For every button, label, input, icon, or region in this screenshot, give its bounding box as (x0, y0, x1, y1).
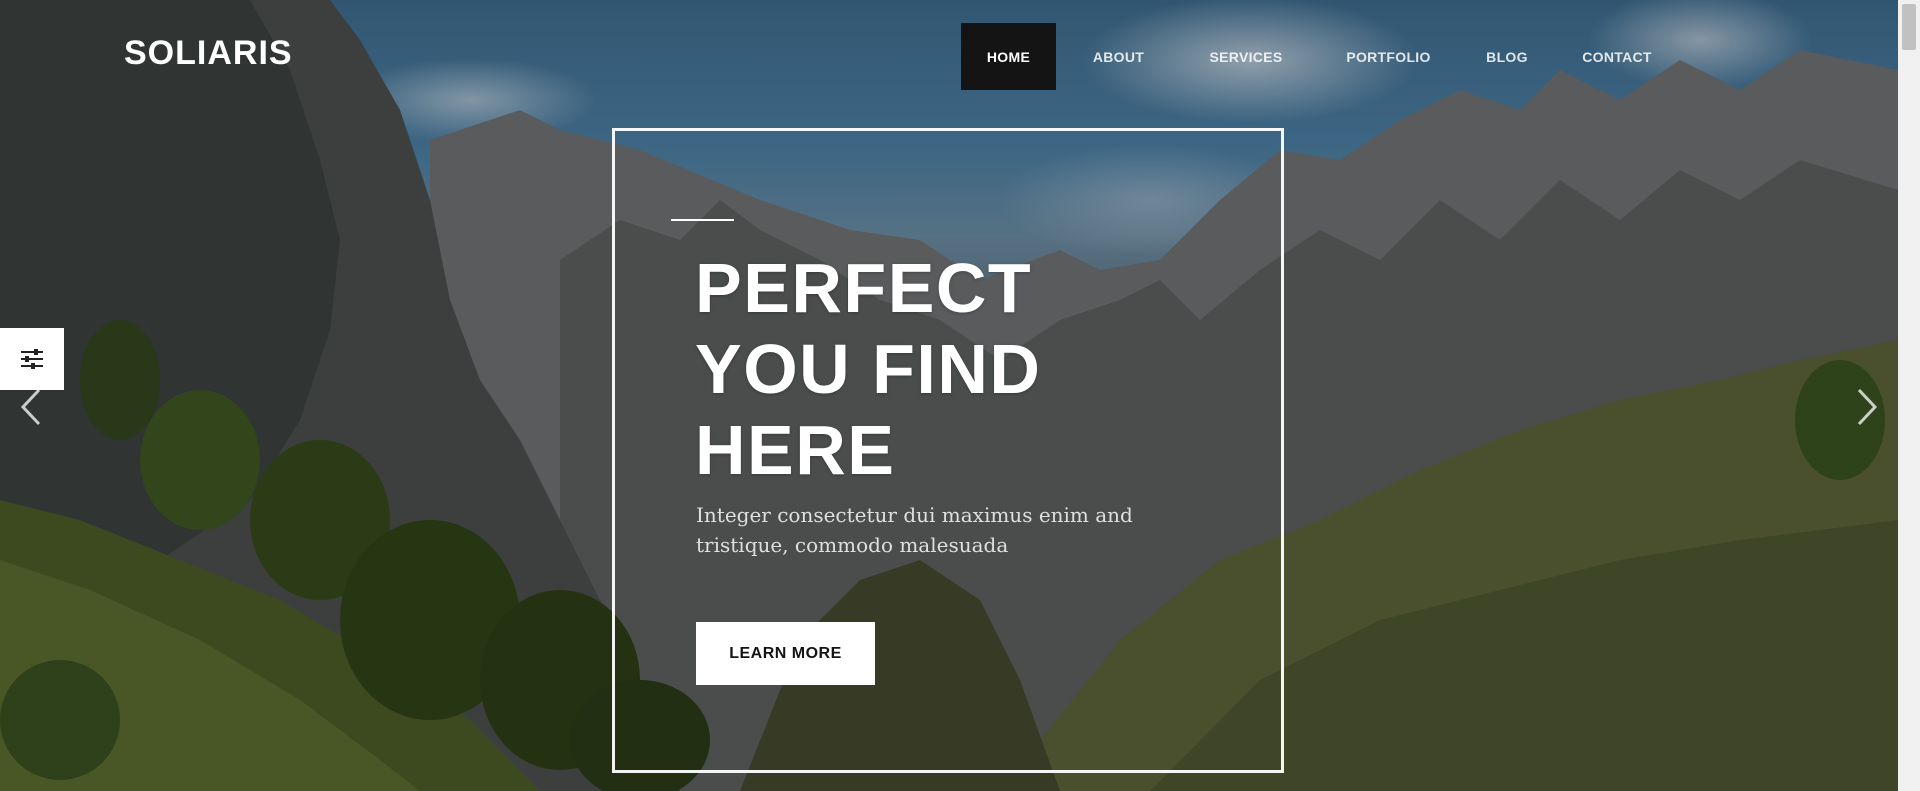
hero-subtext: Integer consectetur dui maximus enim and… (696, 503, 1133, 557)
prev-slide-button[interactable] (16, 382, 46, 432)
nav-item-home[interactable]: HOME (961, 23, 1056, 90)
sliders-icon (21, 349, 43, 369)
chevron-right-icon (1857, 388, 1878, 426)
nav-item-portfolio[interactable]: PORTFOLIO (1311, 23, 1466, 90)
settings-button[interactable] (0, 328, 64, 390)
chevron-left-icon (20, 388, 41, 426)
nav-item-about[interactable]: ABOUT (1056, 23, 1181, 90)
scrollbar-thumb[interactable] (1902, 4, 1916, 50)
main-nav: HOME ABOUT SERVICES PORTFOLIO BLOG CONTA… (961, 23, 1686, 90)
headline-line: PERFECT (695, 249, 1033, 327)
headline-line: HERE (695, 411, 896, 489)
nav-item-contact[interactable]: CONTACT (1548, 23, 1686, 90)
next-slide-button[interactable] (1852, 382, 1882, 432)
hero-headline: PERFECT YOU FIND HERE (695, 248, 1175, 491)
accent-line (671, 219, 734, 221)
site-logo[interactable]: SOLIARIS (124, 34, 293, 73)
page-scrollbar[interactable] (1898, 0, 1920, 791)
nav-item-blog[interactable]: BLOG (1466, 23, 1548, 90)
headline-line: YOU FIND (695, 330, 1042, 408)
nav-item-services[interactable]: SERVICES (1181, 23, 1311, 90)
learn-more-button[interactable]: LEARN MORE (696, 622, 875, 685)
